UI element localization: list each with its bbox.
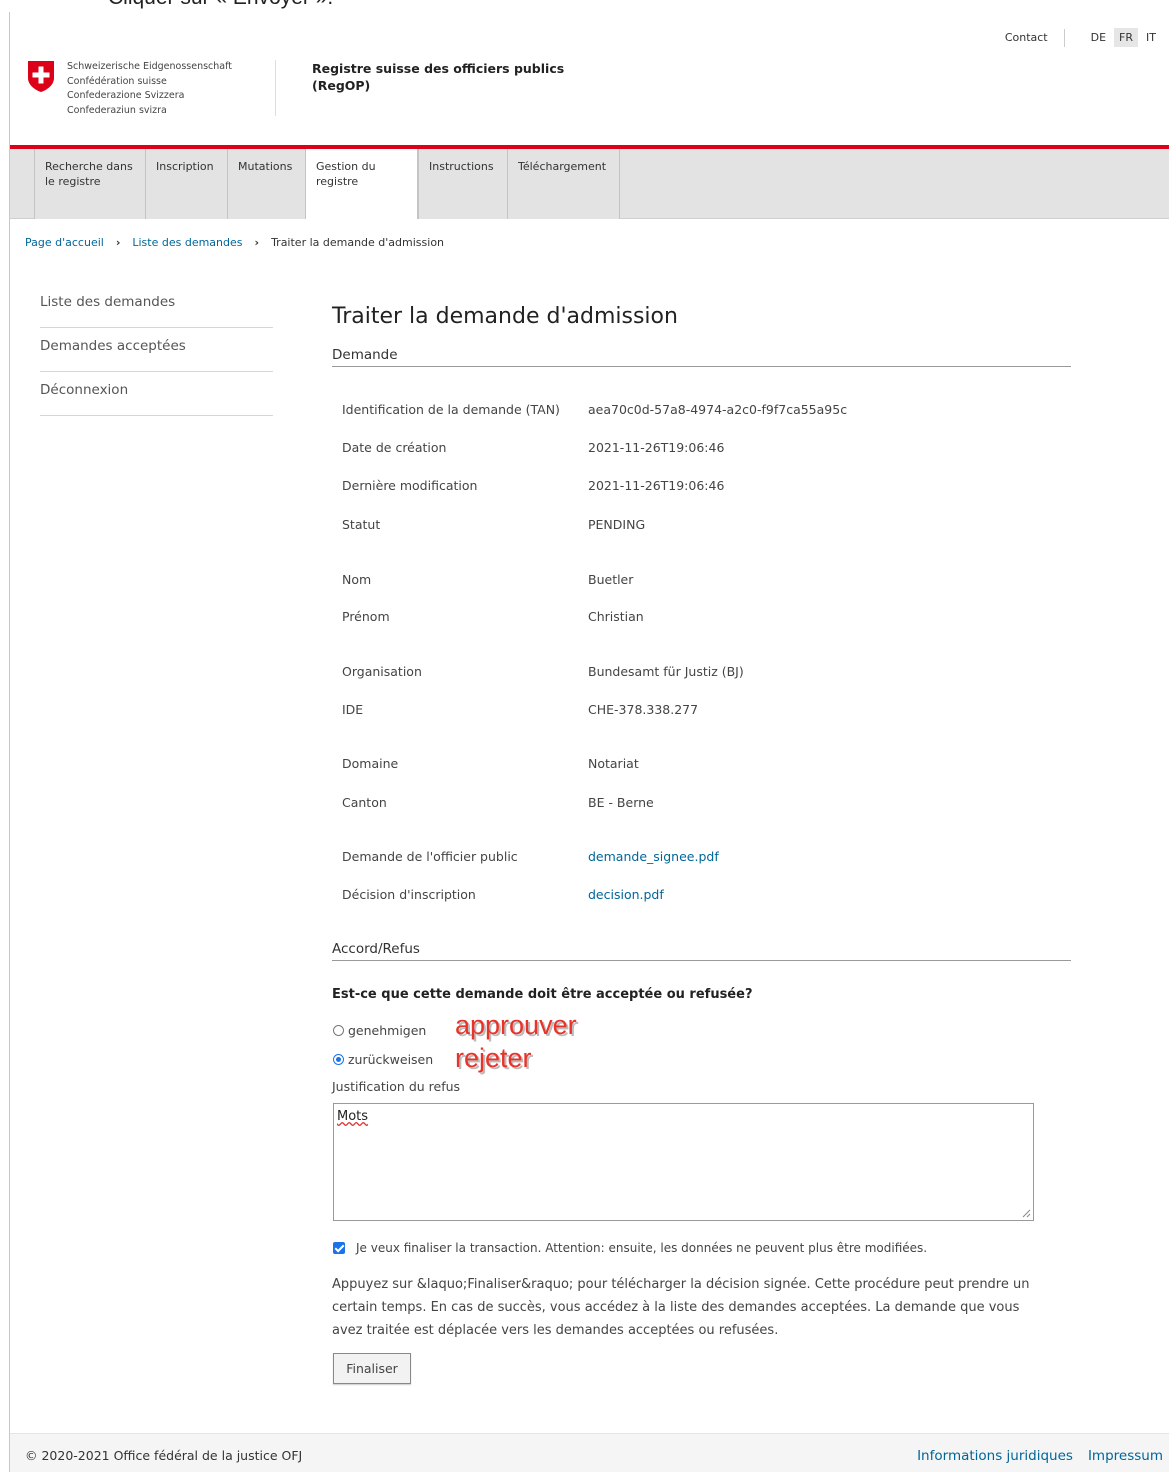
section-heading-decision: Accord/Refus xyxy=(332,941,1071,961)
field-value-status: PENDING xyxy=(588,517,646,532)
breadcrumb: Page d'accueil › Liste des demandes › Traite… xyxy=(25,236,444,249)
chevron-right-icon: › xyxy=(254,236,260,249)
breadcrumb-home[interactable]: Page d'accueil xyxy=(25,236,104,249)
field-label-canton: Canton xyxy=(342,795,387,810)
instruction-caption: Cliquer sur « Envoyer ». xyxy=(0,0,1169,12)
annotation-reject: rejeter xyxy=(455,1043,532,1073)
field-value-name: Buetler xyxy=(588,572,634,587)
field-label-ide: IDE xyxy=(342,702,364,717)
footer-copyright: © 2020-2021 Office fédéral de la justice… xyxy=(25,1448,303,1463)
section-heading-request: Demande xyxy=(332,347,1071,367)
radio-reject[interactable]: zurückweisen xyxy=(333,1052,433,1067)
footer-links: Informations juridiques Impressum xyxy=(917,1448,1163,1464)
nav-label: Inscription xyxy=(156,160,214,173)
lang-divider xyxy=(1063,28,1065,47)
finalize-checkbox[interactable] xyxy=(333,1242,345,1254)
field-label-decision: Décision d'inscription xyxy=(342,887,476,902)
radio-reject-control[interactable] xyxy=(333,1054,344,1065)
decision-pdf-link[interactable]: decision.pdf xyxy=(588,887,664,902)
footer-legal-link[interactable]: Informations juridiques xyxy=(917,1448,1073,1464)
field-value-tan: aea70c0d-57a8-4974-a2c0-f9f7ca55a95c xyxy=(588,402,848,417)
page-title: Traiter la demande d'admission xyxy=(332,304,678,329)
main-nav: Recherche dans le registre Inscription M… xyxy=(10,149,1169,219)
radio-approve-control[interactable] xyxy=(333,1025,344,1036)
footer-impressum-link[interactable]: Impressum xyxy=(1088,1448,1163,1464)
nav-mutations[interactable]: Mutations xyxy=(228,149,306,219)
nav-label: Recherche dans xyxy=(45,160,133,173)
field-label-tan: Identification de la demande (TAN) xyxy=(342,402,560,417)
nav-label: registre xyxy=(316,175,359,188)
sidebar-item-accepted[interactable]: Demandes acceptées xyxy=(40,328,273,372)
field-value-created: 2021-11-26T19:06:46 xyxy=(588,440,725,455)
swiss-cross-icon[interactable] xyxy=(27,60,55,97)
nav-label: Téléchargement xyxy=(518,160,607,173)
header-divider xyxy=(275,60,276,116)
breadcrumb-current: Traiter la demande d'admission xyxy=(271,236,445,249)
field-label-modified: Dernière modification xyxy=(342,478,478,493)
finalize-checkbox-label: Je veux finaliser la transaction. Attent… xyxy=(356,1241,928,1255)
finalize-button[interactable]: Finaliser xyxy=(333,1353,411,1384)
logo-line-fr: Confédération suisse xyxy=(67,75,167,87)
field-label-status: Statut xyxy=(342,517,381,532)
field-label-created: Date de création xyxy=(342,440,447,455)
nav-label: Gestion du xyxy=(316,160,376,173)
sidebar-item-logout[interactable]: Déconnexion xyxy=(40,372,273,416)
contact-link[interactable]: Contact xyxy=(1005,31,1048,44)
field-value-ide: CHE-378.338.277 xyxy=(588,702,699,717)
field-label-domain: Domaine xyxy=(342,756,399,771)
finalize-info-text: Appuyez sur &laquo;Finaliser&raquo; pour… xyxy=(332,1277,1030,1338)
radio-reject-label: zurückweisen xyxy=(348,1052,434,1067)
breadcrumb-requests[interactable]: Liste des demandes xyxy=(132,236,242,249)
nav-recherche[interactable]: Recherche dans le registre xyxy=(34,149,146,219)
field-value-modified: 2021-11-26T19:06:46 xyxy=(588,478,725,493)
logo-line-it: Confederazione Svizzera xyxy=(67,90,185,101)
logo-line-rm: Confederaziun svizra xyxy=(67,104,167,116)
justification-textarea[interactable]: Mots xyxy=(333,1103,1034,1221)
application-title-line1: Registre suisse des officiers publics xyxy=(312,61,565,76)
decision-question: Est-ce que cette demande doit être accep… xyxy=(332,987,753,1002)
sidebar: Liste des demandes Demandes acceptées Dé… xyxy=(40,284,273,416)
application-title: Registre suisse des officiers publics (R… xyxy=(312,60,564,94)
field-label-name: Nom xyxy=(342,572,372,587)
field-value-canton: BE - Berne xyxy=(588,795,654,810)
resize-handle-icon[interactable] xyxy=(1021,1208,1031,1218)
nav-gestion-registre[interactable]: Gestion du registre xyxy=(306,149,418,219)
field-value-organisation: Bundesamt für Justiz (BJ) xyxy=(588,664,744,679)
footer: © 2020-2021 Office fédéral de la justice… xyxy=(10,1433,1169,1472)
nav-instructions[interactable]: Instructions xyxy=(418,149,508,219)
justification-text: Mots xyxy=(337,1109,369,1124)
field-value-domain: Notariat xyxy=(588,756,639,771)
annotation-approve: approuver xyxy=(455,1010,577,1040)
confederation-wordmark: Schweizerische Eidgenossenschaft Confédé… xyxy=(67,60,232,118)
lang-it[interactable]: IT xyxy=(1141,28,1161,47)
justification-label: Justification du refus xyxy=(332,1079,461,1094)
radio-approve[interactable]: genehmigen xyxy=(333,1023,426,1038)
field-value-firstname: Christian xyxy=(588,609,644,624)
field-label-firstname: Prénom xyxy=(342,609,390,624)
finalize-checkbox-row[interactable]: Je veux finaliser la transaction. Attent… xyxy=(333,1241,927,1255)
nav-label: Instructions xyxy=(429,160,494,173)
sidebar-item-requests[interactable]: Liste des demandes xyxy=(40,284,273,328)
officer-request-pdf-link[interactable]: demande_signee.pdf xyxy=(588,849,719,864)
radio-approve-label: genehmigen xyxy=(348,1023,427,1038)
nav-telechargement[interactable]: Téléchargement xyxy=(508,149,620,219)
chevron-right-icon: › xyxy=(115,236,121,249)
instruction-caption-text: Cliquer sur « Envoyer ». xyxy=(108,0,333,10)
lang-fr[interactable]: FR xyxy=(1114,28,1139,47)
logo-line-de: Schweizerische Eidgenossenschaft xyxy=(67,61,233,72)
field-label-officer-request: Demande de l'officier public xyxy=(342,849,518,864)
field-label-organisation: Organisation xyxy=(342,664,422,679)
nav-label: le registre xyxy=(45,175,101,188)
lang-de[interactable]: DE xyxy=(1086,28,1111,47)
application-title-line2: (RegOP) xyxy=(312,78,371,93)
nav-label: Mutations xyxy=(238,160,293,173)
service-nav: Contact DE FR IT xyxy=(1005,28,1161,47)
nav-inscription[interactable]: Inscription xyxy=(146,149,228,219)
